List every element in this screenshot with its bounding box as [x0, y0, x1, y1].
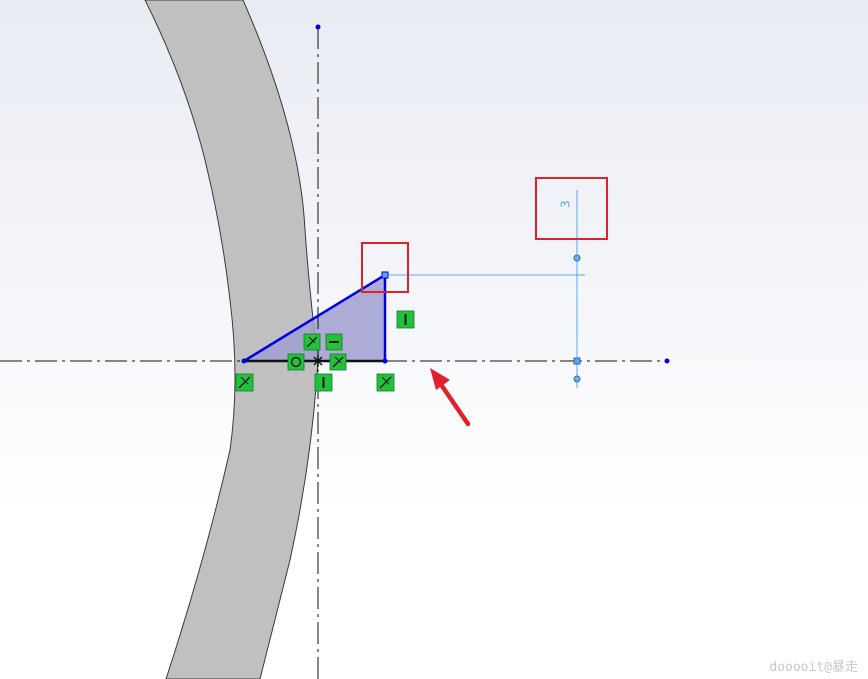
relation-badge-coincident[interactable] [329, 353, 347, 371]
centerline-endpoint[interactable] [664, 358, 670, 364]
sketch-canvas[interactable]: 3 [0, 0, 868, 679]
watermark: dooooit@暴走 [769, 660, 858, 675]
annotation-arrow-icon [430, 368, 471, 427]
relation-badge-coincident[interactable] [303, 333, 321, 351]
graphics-area[interactable]: 3 dooooit@暴走 [0, 0, 868, 679]
relation-badge-concentric[interactable] [287, 353, 305, 371]
centerline-endpoint[interactable] [315, 24, 321, 30]
relation-badge-coincident[interactable] [376, 373, 395, 392]
dimension-arrow-icon [573, 375, 581, 383]
dimension-endpoint[interactable] [573, 357, 581, 365]
dimension-arrow-icon [573, 254, 581, 262]
selected-vertex[interactable] [381, 271, 389, 279]
relation-badge-horizontal[interactable] [325, 333, 343, 351]
sketch-point[interactable] [241, 358, 247, 364]
dimension-value[interactable]: 3 [559, 200, 573, 208]
relation-badge-vertical[interactable] [314, 373, 333, 392]
sketch-point[interactable] [382, 358, 388, 364]
relation-badge-coincident[interactable] [235, 373, 254, 392]
relation-badge-vertical[interactable] [396, 310, 415, 329]
